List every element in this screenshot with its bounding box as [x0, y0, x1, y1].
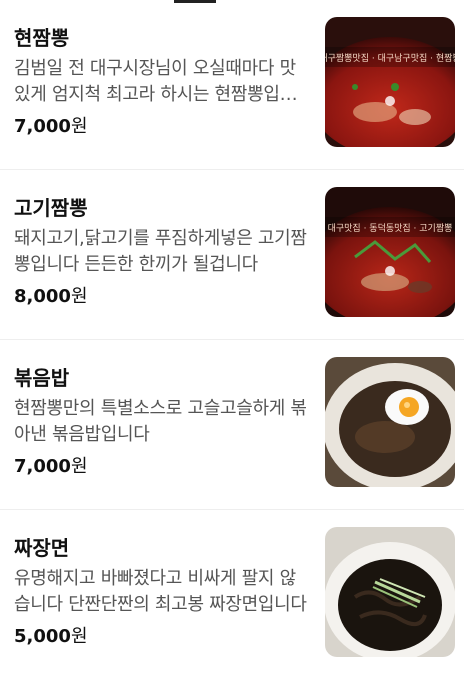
- price-value: 7,000: [14, 116, 71, 137]
- menu-item-price: 8,000원: [14, 282, 88, 308]
- menu-item-gogi-jjamppong[interactable]: 고기짬뽕 돼지고기,닭고기를 푸짐하게넣은 고기짬뽕입니다 든든한 한끼가 될겁…: [0, 170, 464, 340]
- jjamppong-photo-icon[interactable]: 대구짬뽕맛집 · 대구남구맛집 · 현짬뽕: [325, 17, 455, 147]
- menu-item-name: 고기짬뽕: [14, 196, 88, 220]
- menu-item-name: 볶음밥: [14, 366, 70, 390]
- menu-item-price: 7,000원: [14, 112, 88, 138]
- menu-item-jajangmyeon[interactable]: 짜장면 유명해지고 바빠졌다고 비싸게 팔지 않습니다 단짠단짠의 최고봉 짜장…: [0, 510, 464, 680]
- fried-rice-photo-icon[interactable]: [325, 357, 455, 487]
- menu-item-description: 김범일 전 대구시장님이 오실때마다 맛있게 엄지척 최고라 하시는 현짬뽕입니…: [14, 58, 296, 105]
- menu-item-bokkeumbap[interactable]: 볶음밥 현짬뽕만의 특별소스로 고슬고슬하게 볶아낸 볶음밥입니다 7,000원: [0, 340, 464, 510]
- menu-item-price: 5,000원: [14, 622, 88, 648]
- menu-item-description: 유명해지고 바빠졌다고 비싸게 팔지 않습니다 단짠단짠의 최고봉 짜장면입니다: [14, 568, 307, 615]
- price-currency: 원: [70, 626, 88, 647]
- menu-item-name: 현짬뽕: [14, 26, 70, 50]
- price-value: 8,000: [14, 286, 71, 307]
- jajangmyeon-photo-icon[interactable]: [325, 527, 455, 657]
- price-currency: 원: [70, 456, 88, 477]
- thumb-caption: 대구맛집 · 동덕동맛집 · 고기짬뽕: [328, 222, 453, 234]
- menu-item-description: 돼지고기,닭고기를 푸짐하게넣은 고기짬뽕입니다 든든한 한끼가 될겁니다: [14, 228, 307, 275]
- price-value: 5,000: [14, 626, 71, 647]
- menu-item-hyun-jjamppong[interactable]: 현짬뽕 김범일 전 대구시장님이 오실때마다 맛있게 엄지척 최고라 하시는 현…: [0, 0, 464, 170]
- menu-item-price: 7,000원: [14, 452, 88, 478]
- thumb-caption: 대구짬뽕맛집 · 대구남구맛집 · 현짬뽕: [325, 52, 455, 64]
- menu-item-name: 짜장면: [14, 536, 70, 560]
- menu-list: 현짬뽕 김범일 전 대구시장님이 오실때마다 맛있게 엄지척 최고라 하시는 현…: [0, 0, 464, 680]
- price-currency: 원: [70, 116, 88, 137]
- price-value: 7,000: [14, 456, 71, 477]
- meat-jjamppong-photo-icon[interactable]: 대구맛집 · 동덕동맛집 · 고기짬뽕: [325, 187, 455, 317]
- price-currency: 원: [70, 286, 88, 307]
- menu-item-description: 현짬뽕만의 특별소스로 고슬고슬하게 볶아낸 볶음밥입니다: [14, 398, 307, 445]
